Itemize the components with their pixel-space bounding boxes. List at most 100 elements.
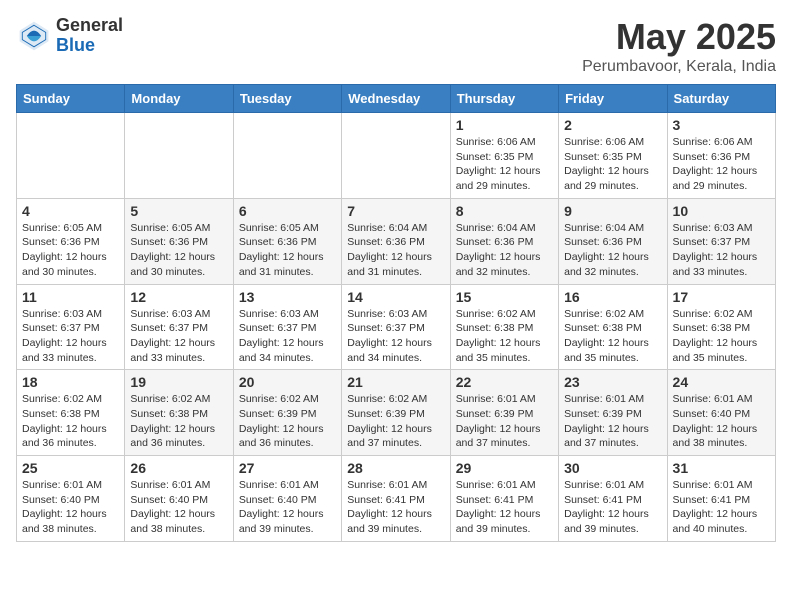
- day-number: 18: [22, 374, 119, 390]
- day-info: Sunrise: 6:02 AMSunset: 6:38 PMDaylight:…: [564, 307, 661, 366]
- day-info: Sunrise: 6:06 AMSunset: 6:36 PMDaylight:…: [673, 135, 770, 194]
- day-info: Sunrise: 6:01 AMSunset: 6:40 PMDaylight:…: [22, 478, 119, 537]
- day-number: 31: [673, 460, 770, 476]
- weekday-sunday: Sunday: [17, 85, 125, 113]
- calendar-cell: 7 Sunrise: 6:04 AMSunset: 6:36 PMDaylight…: [342, 198, 450, 284]
- calendar-cell: 16Sunrise: 6:02 AMSunset: 6:38 PMDayligh…: [559, 284, 667, 370]
- day-number: 15: [456, 289, 553, 305]
- calendar-table: SundayMondayTuesdayWednesdayThursdayFrid…: [16, 84, 776, 542]
- calendar-cell: [125, 113, 233, 199]
- logo-blue: Blue: [56, 36, 123, 56]
- day-info: Sunrise: 6:04 AMSunset: 6:36 PMDaylight:…: [347, 221, 444, 280]
- calendar-cell: 24 Sunrise: 6:01 AMSunset: 6:40 PMDayligh…: [667, 370, 775, 456]
- day-number: 5: [130, 203, 227, 219]
- day-info: Sunrise: 6:03 AMSunset: 6:37 PMDaylight:…: [239, 307, 336, 366]
- day-number: 29: [456, 460, 553, 476]
- calendar-cell: 4 Sunrise: 6:05 AMSunset: 6:36 PMDaylight…: [17, 198, 125, 284]
- day-number: 22: [456, 374, 553, 390]
- day-info: Sunrise: 6:03 AMSunset: 6:37 PMDaylight:…: [673, 221, 770, 280]
- day-number: 26: [130, 460, 227, 476]
- day-number: 9: [564, 203, 661, 219]
- weekday-tuesday: Tuesday: [233, 85, 341, 113]
- calendar-cell: 23 Sunrise: 6:01 AMSunset: 6:39 PMDayligh…: [559, 370, 667, 456]
- day-info: Sunrise: 6:01 AMSunset: 6:39 PMDaylight:…: [564, 392, 661, 451]
- day-number: 14: [347, 289, 444, 305]
- day-info: Sunrise: 6:02 AMSunset: 6:38 PMDaylight:…: [673, 307, 770, 366]
- day-number: 2: [564, 117, 661, 133]
- logo-icon: [16, 18, 52, 54]
- day-number: 7: [347, 203, 444, 219]
- calendar-cell: 12 Sunrise: 6:03 AMSunset: 6:37 PMDayligh…: [125, 284, 233, 370]
- calendar-cell: [233, 113, 341, 199]
- day-info: Sunrise: 6:05 AMSunset: 6:36 PMDaylight:…: [239, 221, 336, 280]
- calendar-cell: 31 Sunrise: 6:01 AMSunset: 6:41 PMDayligh…: [667, 456, 775, 542]
- calendar-cell: 25Sunrise: 6:01 AMSunset: 6:40 PMDayligh…: [17, 456, 125, 542]
- day-number: 13: [239, 289, 336, 305]
- day-info: Sunrise: 6:01 AMSunset: 6:41 PMDaylight:…: [564, 478, 661, 537]
- day-number: 21: [347, 374, 444, 390]
- calendar-cell: 29Sunrise: 6:01 AMSunset: 6:41 PMDayligh…: [450, 456, 558, 542]
- calendar-cell: 6 Sunrise: 6:05 AMSunset: 6:36 PMDaylight…: [233, 198, 341, 284]
- day-info: Sunrise: 6:04 AMSunset: 6:36 PMDaylight:…: [456, 221, 553, 280]
- day-info: Sunrise: 6:01 AMSunset: 6:40 PMDaylight:…: [673, 392, 770, 451]
- day-number: 8: [456, 203, 553, 219]
- calendar-cell: 15 Sunrise: 6:02 AMSunset: 6:38 PMDayligh…: [450, 284, 558, 370]
- day-number: 28: [347, 460, 444, 476]
- calendar-cell: 14 Sunrise: 6:03 AMSunset: 6:37 PMDayligh…: [342, 284, 450, 370]
- day-info: Sunrise: 6:01 AMSunset: 6:39 PMDaylight:…: [456, 392, 553, 451]
- day-number: 23: [564, 374, 661, 390]
- weekday-thursday: Thursday: [450, 85, 558, 113]
- day-info: Sunrise: 6:01 AMSunset: 6:41 PMDaylight:…: [673, 478, 770, 537]
- day-info: Sunrise: 6:03 AMSunset: 6:37 PMDaylight:…: [347, 307, 444, 366]
- day-info: Sunrise: 6:02 AMSunset: 6:38 PMDaylight:…: [130, 392, 227, 451]
- day-info: Sunrise: 6:02 AMSunset: 6:38 PMDaylight:…: [456, 307, 553, 366]
- calendar-cell: 19Sunrise: 6:02 AMSunset: 6:38 PMDayligh…: [125, 370, 233, 456]
- calendar-cell: 27Sunrise: 6:01 AMSunset: 6:40 PMDayligh…: [233, 456, 341, 542]
- calendar-cell: 30 Sunrise: 6:01 AMSunset: 6:41 PMDayligh…: [559, 456, 667, 542]
- calendar-cell: 22 Sunrise: 6:01 AMSunset: 6:39 PMDayligh…: [450, 370, 558, 456]
- weekday-friday: Friday: [559, 85, 667, 113]
- location: Perumbavoor, Kerala, India: [582, 58, 776, 76]
- day-info: Sunrise: 6:01 AMSunset: 6:41 PMDaylight:…: [347, 478, 444, 537]
- calendar-cell: 10 Sunrise: 6:03 AMSunset: 6:37 PMDayligh…: [667, 198, 775, 284]
- day-number: 1: [456, 117, 553, 133]
- calendar-cell: 11Sunrise: 6:03 AMSunset: 6:37 PMDayligh…: [17, 284, 125, 370]
- calendar-row-2: 11Sunrise: 6:03 AMSunset: 6:37 PMDayligh…: [17, 284, 776, 370]
- day-info: Sunrise: 6:06 AMSunset: 6:35 PMDaylight:…: [564, 135, 661, 194]
- calendar-cell: 2 Sunrise: 6:06 AMSunset: 6:35 PMDaylight…: [559, 113, 667, 199]
- calendar-cell: 21 Sunrise: 6:02 AMSunset: 6:39 PMDayligh…: [342, 370, 450, 456]
- calendar-cell: 26 Sunrise: 6:01 AMSunset: 6:40 PMDayligh…: [125, 456, 233, 542]
- calendar-row-4: 25Sunrise: 6:01 AMSunset: 6:40 PMDayligh…: [17, 456, 776, 542]
- weekday-monday: Monday: [125, 85, 233, 113]
- day-info: Sunrise: 6:03 AMSunset: 6:37 PMDaylight:…: [130, 307, 227, 366]
- day-info: Sunrise: 6:05 AMSunset: 6:36 PMDaylight:…: [22, 221, 119, 280]
- calendar-cell: 13 Sunrise: 6:03 AMSunset: 6:37 PMDayligh…: [233, 284, 341, 370]
- calendar-row-3: 18 Sunrise: 6:02 AMSunset: 6:38 PMDayligh…: [17, 370, 776, 456]
- weekday-header-row: SundayMondayTuesdayWednesdayThursdayFrid…: [17, 85, 776, 113]
- day-number: 4: [22, 203, 119, 219]
- calendar-cell: 8 Sunrise: 6:04 AMSunset: 6:36 PMDaylight…: [450, 198, 558, 284]
- calendar-cell: 1 Sunrise: 6:06 AMSunset: 6:35 PMDaylight…: [450, 113, 558, 199]
- calendar-cell: 9 Sunrise: 6:04 AMSunset: 6:36 PMDaylight…: [559, 198, 667, 284]
- logo-text: General Blue: [56, 16, 123, 56]
- weekday-wednesday: Wednesday: [342, 85, 450, 113]
- calendar-cell: 20Sunrise: 6:02 AMSunset: 6:39 PMDayligh…: [233, 370, 341, 456]
- day-number: 30: [564, 460, 661, 476]
- calendar-row-1: 4 Sunrise: 6:05 AMSunset: 6:36 PMDaylight…: [17, 198, 776, 284]
- day-info: Sunrise: 6:02 AMSunset: 6:39 PMDaylight:…: [347, 392, 444, 451]
- calendar-cell: 17Sunrise: 6:02 AMSunset: 6:38 PMDayligh…: [667, 284, 775, 370]
- day-info: Sunrise: 6:02 AMSunset: 6:38 PMDaylight:…: [22, 392, 119, 451]
- day-info: Sunrise: 6:04 AMSunset: 6:36 PMDaylight:…: [564, 221, 661, 280]
- calendar-cell: 3 Sunrise: 6:06 AMSunset: 6:36 PMDaylight…: [667, 113, 775, 199]
- day-number: 3: [673, 117, 770, 133]
- day-number: 12: [130, 289, 227, 305]
- calendar-cell: [342, 113, 450, 199]
- day-info: Sunrise: 6:06 AMSunset: 6:35 PMDaylight:…: [456, 135, 553, 194]
- calendar-cell: 5Sunrise: 6:05 AMSunset: 6:36 PMDaylight…: [125, 198, 233, 284]
- page-header: General Blue May 2025 Perumbavoor, Keral…: [16, 16, 776, 76]
- day-number: 10: [673, 203, 770, 219]
- day-number: 24: [673, 374, 770, 390]
- calendar-cell: [17, 113, 125, 199]
- day-number: 6: [239, 203, 336, 219]
- day-info: Sunrise: 6:01 AMSunset: 6:40 PMDaylight:…: [130, 478, 227, 537]
